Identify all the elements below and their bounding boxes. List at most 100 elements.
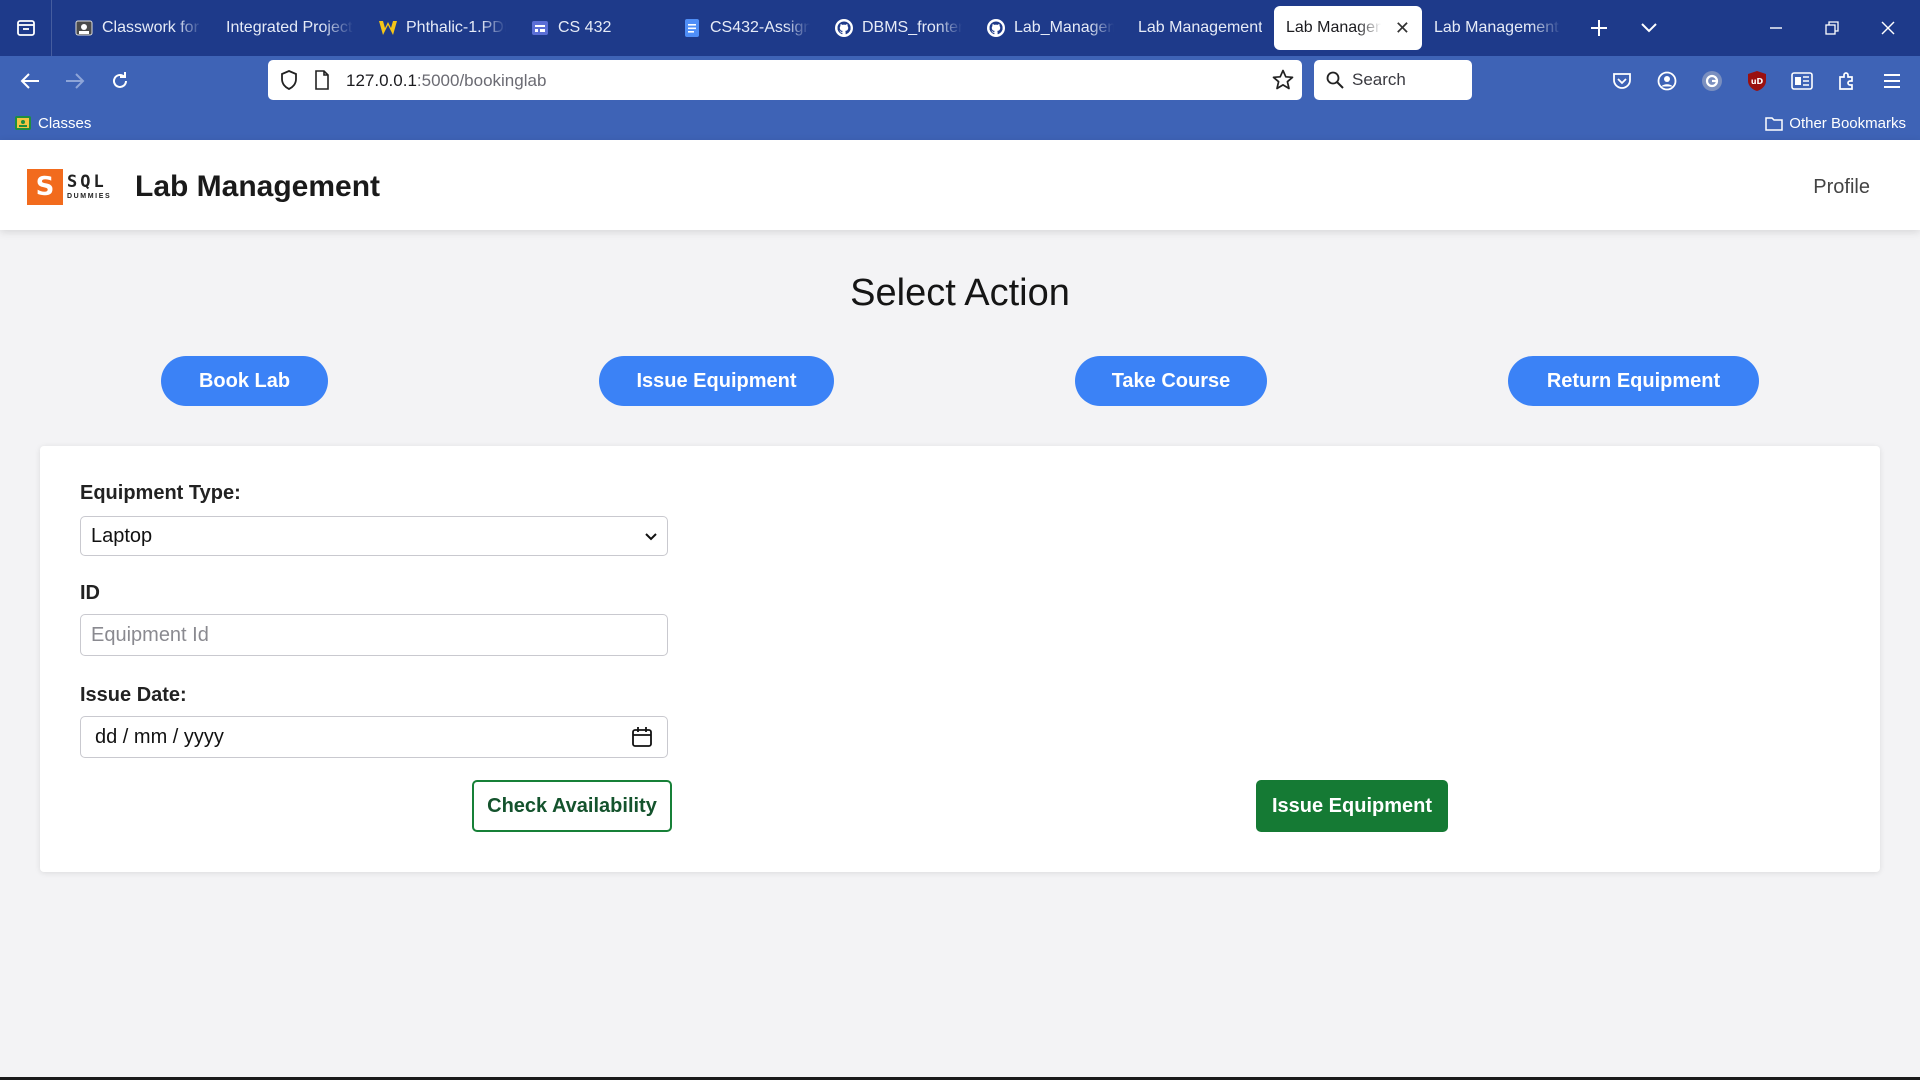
other-bookmarks[interactable]: Other Bookmarks [1765,115,1906,132]
puzzle-icon [1838,72,1853,90]
equipment-type-select[interactable]: Laptop [80,516,668,556]
close-icon[interactable]: ✕ [1395,18,1410,39]
site-header: S SQL DUMMIES Lab Management Profile [0,140,1920,230]
classroom-icon [74,18,94,38]
search-placeholder: Search [1352,70,1406,89]
account-button[interactable] [1644,56,1689,106]
menu-button[interactable] [1869,56,1914,106]
tab-title: Classwork for C [102,19,202,36]
grammarly-icon [1701,71,1722,91]
equipment-type-value: Laptop [91,524,153,547]
github-icon [834,18,854,38]
classroom-icon [15,116,31,130]
wvu-icon [378,18,398,38]
logo-sql: SQL [67,172,107,192]
close-icon [1881,21,1895,35]
tab-title: Lab Management [1138,19,1262,36]
tab-title: CS432-Assign3 [710,19,810,36]
logo-mark: S [27,169,63,205]
docs-icon [682,18,702,38]
tab-lab-management-github[interactable]: Lab_Management [974,6,1126,50]
profile-link[interactable]: Profile [1813,176,1870,199]
search-icon [1326,71,1344,89]
tab-title: Lab_Management [1014,19,1114,36]
account-icon [1657,71,1676,91]
github-icon [986,18,1006,38]
tab-cs432-assign3[interactable]: CS432-Assign3 [670,6,822,50]
search-box[interactable]: Search [1314,60,1472,100]
bookmarks-bar: Classes Other Bookmarks [0,106,1920,140]
tab-lab-management-s[interactable]: Lab Management S [1422,6,1574,50]
navigation-toolbar: 127.0.0.1:5000/bookinglab Search uD [0,56,1920,106]
chevron-down-icon [1641,23,1657,33]
book-lab-button[interactable]: Book Lab [161,356,328,406]
svg-text:uD: uD [1750,77,1763,86]
grammarly-button[interactable] [1689,56,1734,106]
plus-icon [1591,20,1607,36]
tab-phthalic-pdf[interactable]: Phthalic-1.PDF [366,6,518,50]
star-icon[interactable] [1272,69,1294,91]
page-title: Select Action [850,272,1070,314]
reload-button[interactable] [97,56,142,106]
url-bar[interactable]: 127.0.0.1:5000/bookinglab [268,60,1302,100]
calendar-icon[interactable] [631,726,653,748]
tab-lab-management-active[interactable]: Lab Management ✕ [1274,6,1422,50]
tab-integrated-project[interactable]: Integrated Project - [214,6,366,50]
chevron-down-icon [645,533,657,541]
minimize-button[interactable] [1748,0,1804,56]
page-icon [315,70,329,90]
issue-equipment-button[interactable]: Issue Equipment [1256,780,1448,832]
equipment-id-placeholder: Equipment Id [91,623,209,646]
back-button[interactable] [7,56,52,106]
site-title[interactable]: Lab Management [135,170,380,204]
url-host: 127.0.0.1 [346,71,417,90]
issue-date-input[interactable]: dd / mm / yyyy [80,716,668,758]
reader-button[interactable] [1779,56,1824,106]
tab-classwork[interactable]: Classwork for C [62,6,214,50]
new-tab-button[interactable] [1574,0,1624,56]
shield-icon [281,70,297,90]
forms-icon [530,18,550,38]
bookmark-label: Other Bookmarks [1789,114,1906,132]
equipment-type-label: Equipment Type: [80,482,241,504]
check-availability-button[interactable]: Check Availability [472,780,672,832]
toolbar-icons: uD [1599,56,1920,106]
tab-lab-management[interactable]: Lab Management [1126,6,1274,50]
take-course-button[interactable]: Take Course [1075,356,1267,406]
restore-button[interactable] [1804,0,1860,56]
close-window-button[interactable] [1860,0,1916,56]
pocket-icon [1612,73,1631,89]
bookmark-classes[interactable]: Classes [14,115,91,132]
tab-title: Integrated Project - [226,19,354,36]
forward-button[interactable] [52,56,97,106]
tab-title: DBMS_frontend [862,19,962,36]
issue-date-placeholder: dd / mm / yyyy [95,725,224,748]
hamburger-icon [1883,74,1900,88]
equipment-id-input[interactable]: Equipment Id [80,614,668,656]
extensions-button[interactable] [1824,56,1869,106]
tab-strip: Classwork for C Integrated Project - Pht… [0,0,1920,56]
site-logo[interactable]: S SQL DUMMIES [27,169,111,205]
tab-title: Phthalic-1.PDF [406,19,506,36]
back-arrow-icon [20,73,39,89]
issue-equipment-tab-button[interactable]: Issue Equipment [599,356,834,406]
url-path: :5000/bookinglab [416,71,547,90]
reload-icon [112,72,127,88]
forward-arrow-icon [65,73,84,89]
tab-title: Lab Management [1286,19,1381,36]
return-equipment-button[interactable]: Return Equipment [1508,356,1759,406]
pocket-button[interactable] [1599,56,1644,106]
restore-icon [1825,21,1839,35]
tab-title: CS 432 [558,19,612,36]
logo-dummies: DUMMIES [67,193,112,200]
folder-icon [1765,117,1784,131]
issue-equipment-form: Equipment Type: Laptop ID Equipment Id I… [40,446,1880,872]
list-all-tabs-button[interactable] [1624,0,1674,56]
minimize-icon [1770,27,1782,29]
tab-list-button[interactable] [0,0,52,56]
tab-cs432[interactable]: CS 432 [518,6,670,50]
tab-dbms-frontend[interactable]: DBMS_frontend [822,6,974,50]
ublock-button[interactable]: uD [1734,56,1779,106]
url-text[interactable]: 127.0.0.1:5000/bookinglab [346,71,546,91]
ublock-icon: uD [1747,71,1766,91]
